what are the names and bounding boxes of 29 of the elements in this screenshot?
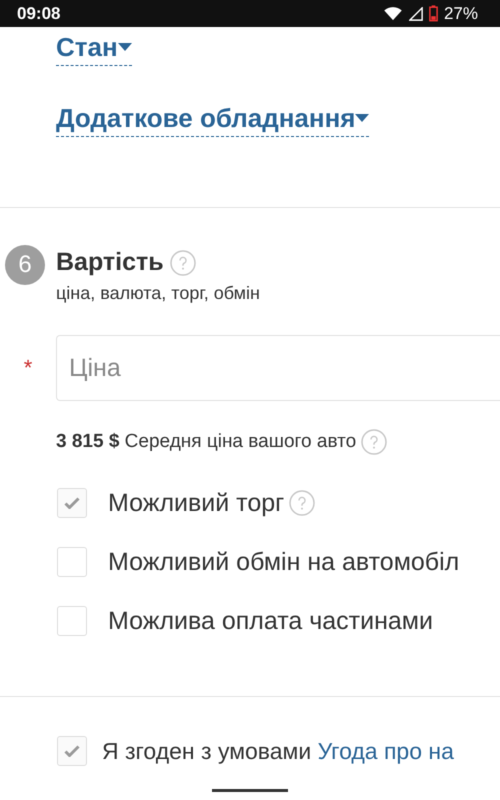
average-price: 3 815 $ Середня ціна вашого авто [56,431,356,453]
agreement-text: Я згоден з умовами Угода про на [102,738,454,764]
help-icon [170,250,196,276]
section-subtitle: ціна, валюта, торг, обмін [56,283,260,304]
signal-icon [408,6,423,20]
battery-level: 27% [444,4,478,24]
price-field[interactable]: Ціна [56,335,500,401]
check-icon [64,745,80,757]
option-label: Можливий обмін на автомобіл [108,548,460,576]
checkbox[interactable] [57,547,87,577]
wifi-icon [382,6,403,20]
checkbox[interactable] [57,488,87,518]
option-label: Можлива оплата частинами [108,606,433,636]
battery-icon [428,5,438,22]
dropdown-toggle[interactable]: Додаткове обладнання [56,103,370,137]
checkbox[interactable] [57,736,87,766]
check-icon [64,497,80,509]
option-label: Можливий торг [108,488,284,518]
required-mark: * [22,355,34,381]
agreement-link[interactable]: Угода про на [318,738,454,764]
dropdown-toggle[interactable]: Стан [56,32,132,66]
help-icon [361,429,388,455]
home-indicator[interactable] [212,789,288,792]
step-number: 6 [5,245,45,285]
section-title: Вартість [56,248,164,277]
caret-icon [118,43,132,51]
checkbox[interactable] [57,606,87,636]
caret-icon [355,114,370,122]
clock: 09:08 [17,4,60,24]
